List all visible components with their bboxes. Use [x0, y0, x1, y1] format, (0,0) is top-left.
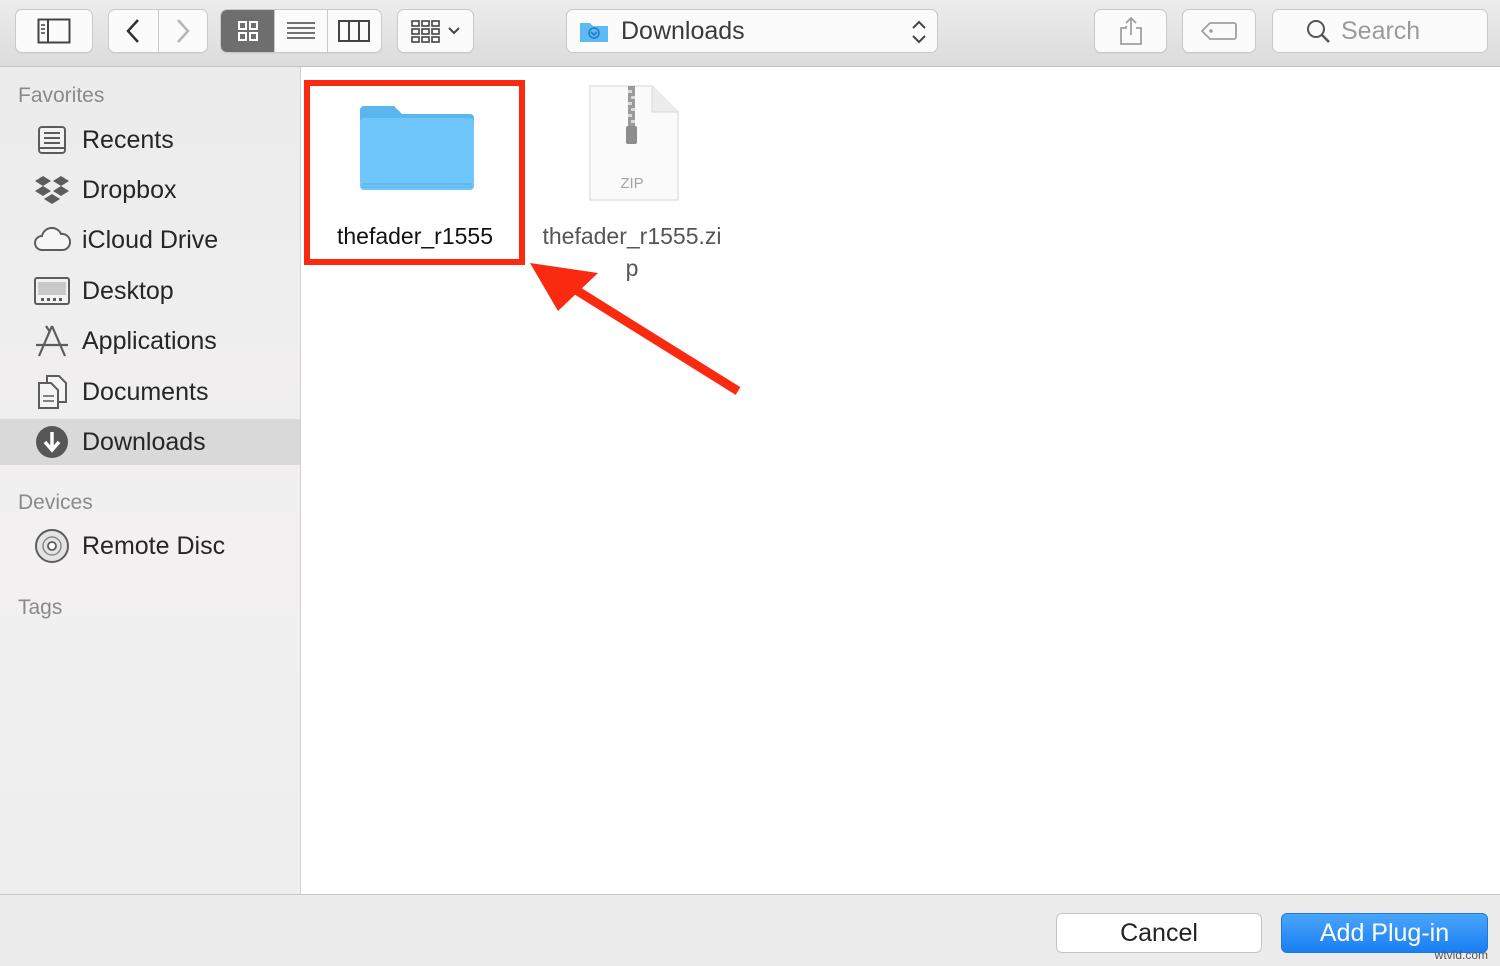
- back-button[interactable]: [109, 10, 159, 52]
- sidebar-item-label: Remote Disc: [82, 531, 226, 560]
- grid-icon: [237, 21, 258, 41]
- sidebar-icon: [37, 18, 71, 44]
- downloads-folder-icon: [580, 23, 608, 42]
- arrange-menu-button[interactable]: [397, 9, 474, 53]
- column-view-button[interactable]: [328, 10, 381, 52]
- sidebar-item-downloads[interactable]: Downloads: [0, 419, 300, 465]
- arrow-annotation-icon: [530, 263, 741, 395]
- sidebar-item-applications[interactable]: Applications: [0, 318, 300, 364]
- applications-icon: [32, 321, 72, 361]
- view-mode-group: [220, 9, 382, 53]
- sidebar-item-remote-disc[interactable]: Remote Disc: [0, 523, 300, 569]
- sidebar-item-icloud-drive[interactable]: iCloud Drive: [0, 217, 300, 263]
- documents-icon: [32, 372, 72, 412]
- list-icon: [287, 22, 315, 39]
- search-field[interactable]: Search: [1272, 9, 1488, 53]
- search-placeholder: Search: [1341, 16, 1421, 45]
- share-icon: [1119, 16, 1142, 45]
- icloud-icon: [32, 220, 72, 260]
- updown-chevron-icon: [912, 20, 926, 44]
- path-label: Downloads: [621, 16, 745, 45]
- zip-badge: ZIP: [620, 175, 643, 192]
- highlight-box: [304, 80, 525, 265]
- navigation-group: [108, 9, 208, 53]
- sidebar-item-label: Recents: [82, 125, 174, 154]
- add-plugin-button[interactable]: Add Plug-in: [1281, 913, 1488, 953]
- bottom-bar: Cancel Add Plug-in: [0, 894, 1500, 966]
- tag-icon: [1201, 22, 1237, 40]
- file-name-line: thefader_r1555.zi: [542, 223, 722, 249]
- cancel-button[interactable]: Cancel: [1056, 913, 1262, 953]
- sidebar-item-desktop[interactable]: Desktop: [0, 268, 300, 314]
- downloads-icon: [32, 422, 72, 462]
- toolbar: Downloads Search: [0, 0, 1500, 67]
- chevron-down-icon: [447, 27, 460, 35]
- columns-icon: [338, 20, 371, 42]
- watermark: wtvid.com: [1434, 948, 1488, 962]
- sidebar-item-documents[interactable]: Documents: [0, 369, 300, 415]
- share-button[interactable]: [1094, 9, 1167, 53]
- sidebar-item-label: Applications: [82, 326, 217, 355]
- sidebar-item-dropbox[interactable]: Dropbox: [0, 167, 300, 213]
- favorites-heading: Favorites: [18, 84, 105, 107]
- chevron-left-icon: [126, 19, 140, 43]
- zip-file-icon: ZIP: [589, 85, 679, 201]
- dropbox-icon: [32, 170, 72, 210]
- sidebar-item-label: Documents: [82, 377, 209, 406]
- tag-button[interactable]: [1182, 9, 1256, 53]
- devices-heading: Devices: [18, 491, 93, 514]
- sidebar-item-label: Dropbox: [82, 175, 177, 204]
- sidebar: Favorites Recents Dropbox iCloud Drive D…: [0, 67, 301, 894]
- sidebar-item-recents[interactable]: Recents: [0, 117, 300, 163]
- file-item-zip[interactable]: ZIP thefader_r1555.zi p: [530, 84, 734, 284]
- tags-heading: Tags: [18, 596, 63, 619]
- path-popup[interactable]: Downloads: [566, 9, 938, 53]
- chevron-right-icon: [176, 19, 190, 43]
- sidebar-toggle-button[interactable]: [15, 9, 93, 53]
- icon-view-button[interactable]: [221, 10, 276, 52]
- recents-icon: [32, 120, 72, 160]
- arrange-grid-icon: [410, 20, 440, 43]
- forward-button[interactable]: [159, 10, 208, 52]
- sidebar-item-label: Desktop: [82, 276, 174, 305]
- search-icon: [1307, 20, 1330, 43]
- desktop-icon: [32, 271, 72, 311]
- list-view-button[interactable]: [275, 10, 328, 52]
- sidebar-item-label: Downloads: [82, 427, 206, 456]
- sidebar-item-label: iCloud Drive: [82, 225, 219, 254]
- disc-icon: [32, 526, 72, 566]
